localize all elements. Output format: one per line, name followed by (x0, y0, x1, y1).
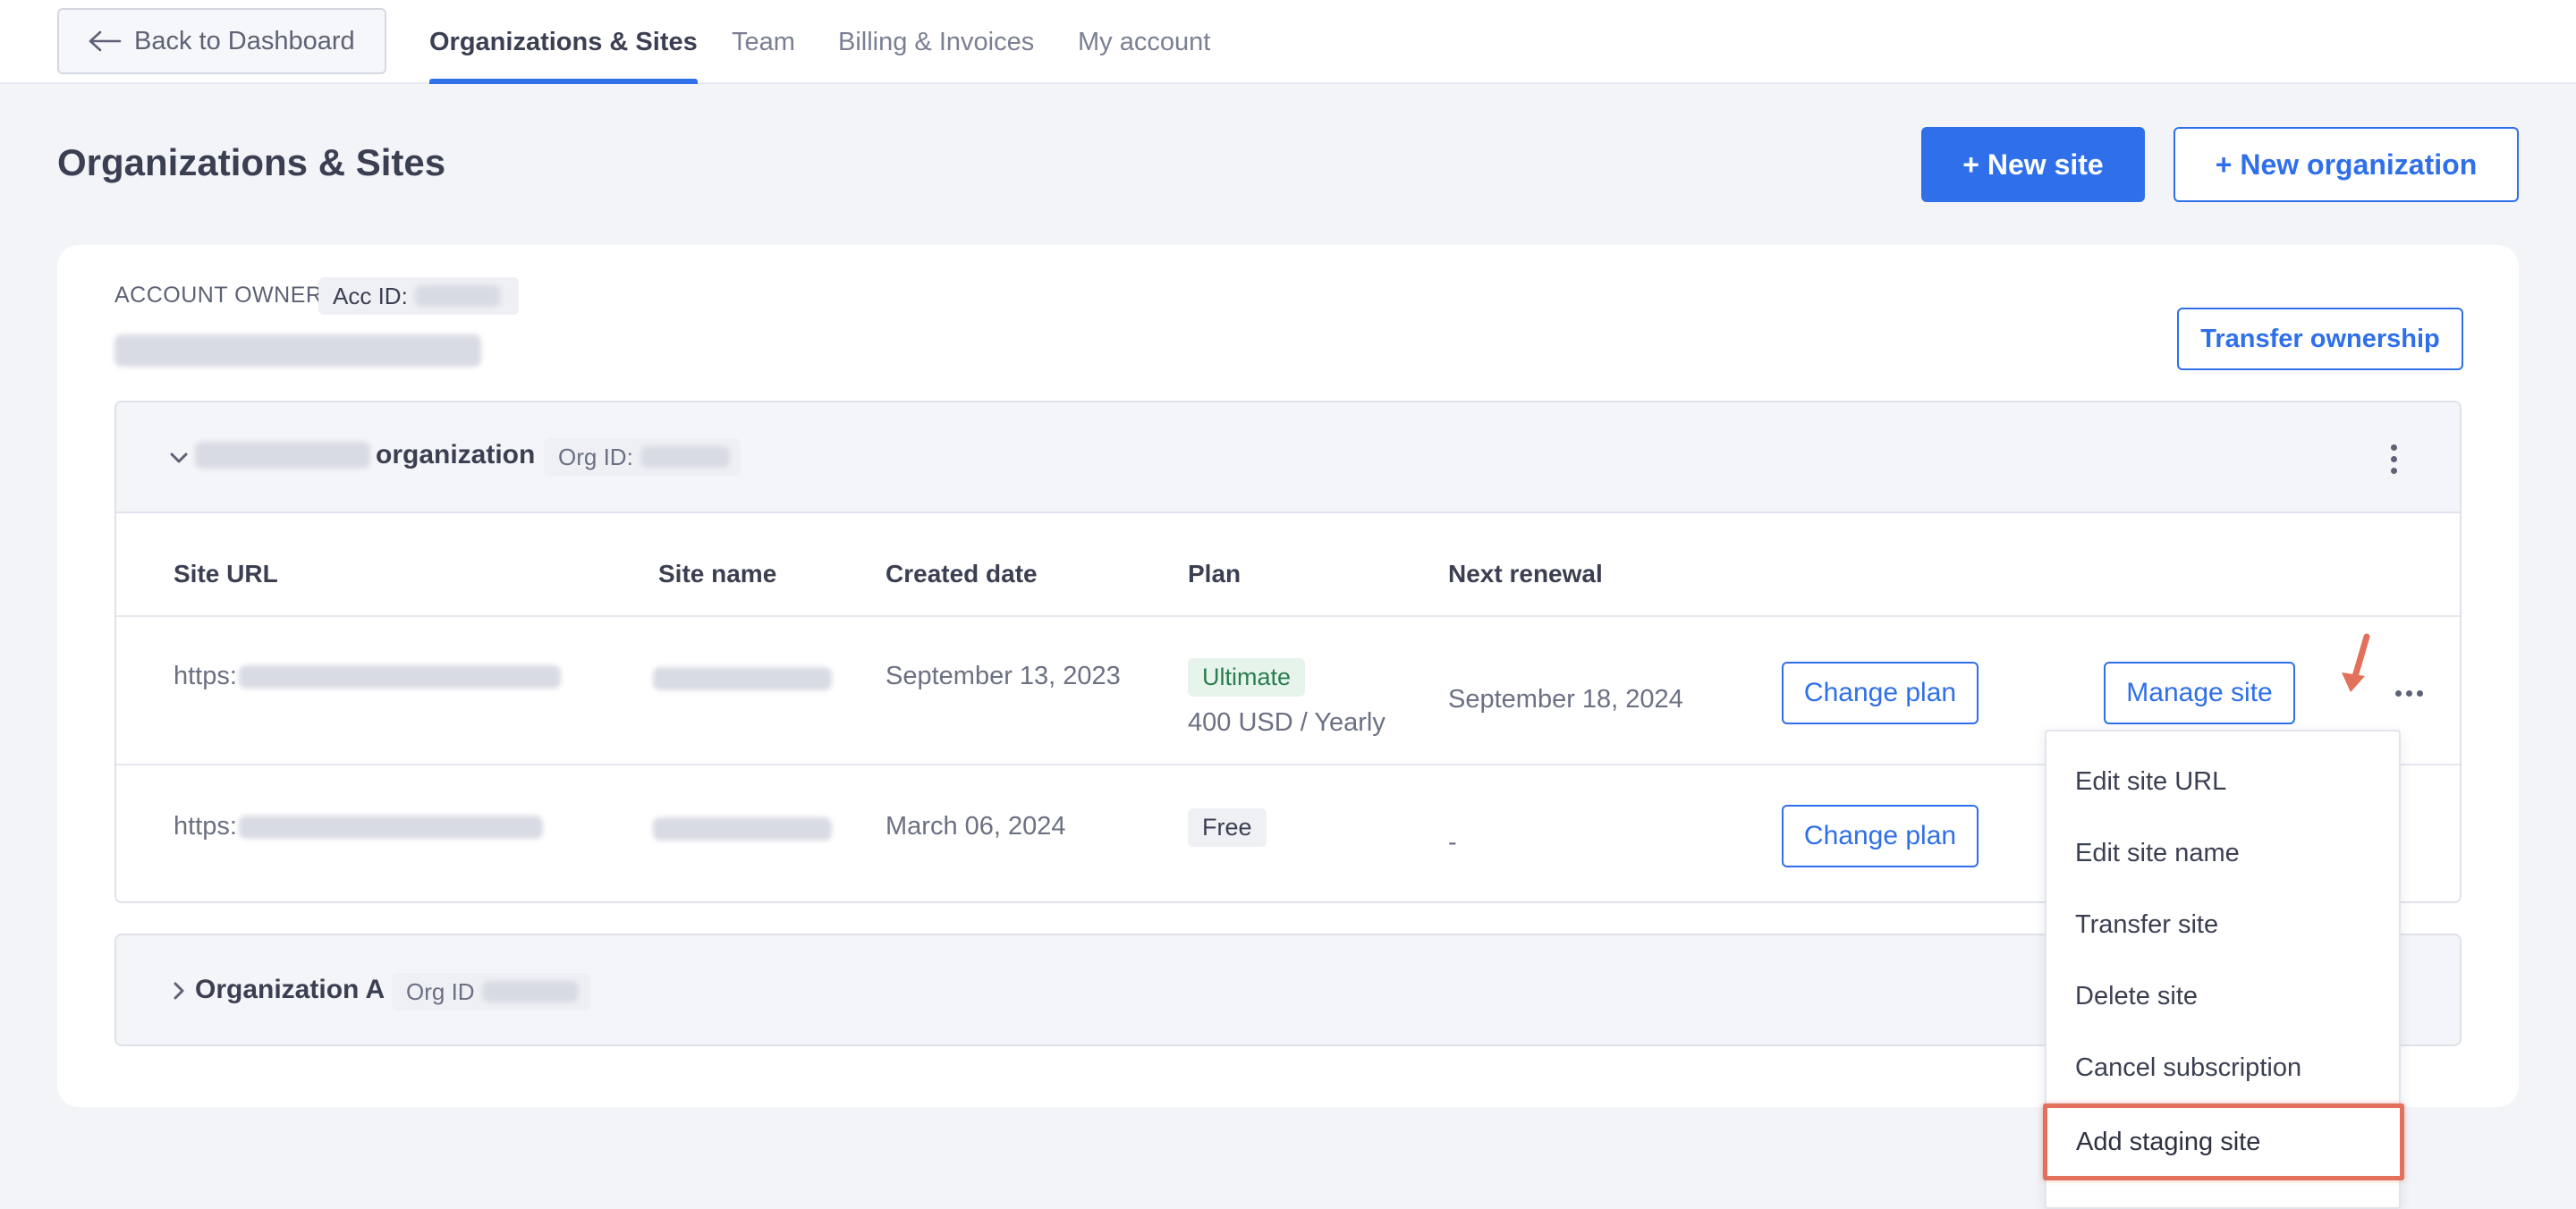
top-navigation: Back to Dashboard Organizations & Sites … (0, 0, 2576, 84)
arrow-annotation-icon (2342, 633, 2370, 692)
tab-billing-invoices[interactable]: Billing & Invoices (838, 0, 1034, 84)
org-id-chip: Org ID: (544, 438, 741, 476)
column-plan: Plan (1188, 560, 1241, 588)
owner-email-redacted (114, 334, 481, 367)
site-url-redacted (238, 664, 561, 689)
menu-item-add-staging-site[interactable]: Add staging site (2043, 1103, 2404, 1180)
organization-name: organization (376, 440, 536, 469)
divider (116, 615, 2460, 617)
account-owner-label: ACCOUNT OWNER (114, 283, 323, 308)
plan-badge-free: Free (1188, 808, 1267, 847)
chevron-right-icon[interactable] (166, 978, 191, 1003)
back-to-dashboard-label: Back to Dashboard (134, 26, 355, 55)
org-id-redacted (481, 981, 579, 1002)
org-id-label: Org ID: (558, 443, 633, 470)
org-name-redacted (195, 442, 370, 469)
tab-label: Billing & Invoices (838, 27, 1035, 56)
manage-site-button[interactable]: Manage site (2104, 662, 2295, 724)
organization-a-name: Organization A (195, 975, 386, 1004)
menu-item-edit-site-url[interactable]: Edit site URL (2075, 767, 2226, 797)
menu-item-cancel-subscription[interactable]: Cancel subscription (2075, 1053, 2301, 1083)
transfer-ownership-button[interactable]: Transfer ownership (2177, 308, 2463, 370)
site-url-redacted (238, 815, 543, 839)
tab-label: Organizations & Sites (429, 27, 698, 56)
change-plan-button[interactable]: Change plan (1782, 805, 1979, 867)
site-more-options-icon[interactable] (2395, 690, 2423, 697)
org-id-label: Org ID (406, 977, 475, 1005)
next-renewal: - (1448, 828, 1457, 857)
plan-badge-ultimate: Ultimate (1188, 658, 1306, 697)
column-created-date: Created date (886, 560, 1038, 588)
next-renewal: September 18, 2024 (1448, 685, 1683, 714)
site-url-prefix: https: (174, 812, 237, 841)
column-site-url: Site URL (174, 560, 278, 588)
org-a-id-chip: Org ID (392, 973, 590, 1010)
tab-label: My account (1078, 27, 1211, 56)
menu-item-transfer-site[interactable]: Transfer site (2075, 910, 2218, 940)
organization-header[interactable]: organization Org ID: (116, 402, 2460, 513)
acc-id-chip: Acc ID: (318, 277, 519, 315)
back-to-dashboard-button[interactable]: Back to Dashboard (57, 8, 386, 74)
site-url-prefix: https: (174, 662, 237, 690)
tab-organizations-sites[interactable]: Organizations & Sites (429, 0, 698, 84)
site-url-cell: https: (174, 662, 561, 691)
menu-item-edit-site-name[interactable]: Edit site name (2075, 839, 2240, 868)
plan-price: 400 USD / Yearly (1188, 708, 1385, 737)
organization-menu-icon[interactable] (2376, 436, 2411, 481)
acc-id-label: Acc ID: (333, 282, 408, 309)
column-site-name: Site name (658, 560, 777, 588)
tab-my-account[interactable]: My account (1078, 0, 1210, 84)
tab-label: Team (732, 27, 795, 56)
page-title: Organizations & Sites (57, 141, 446, 183)
created-date: March 06, 2024 (886, 812, 1066, 841)
column-next-renewal: Next renewal (1448, 560, 1603, 588)
new-site-button[interactable]: + New site (1921, 127, 2145, 202)
chevron-down-icon[interactable] (166, 445, 191, 470)
site-url-cell: https: (174, 812, 543, 841)
new-organization-button[interactable]: + New organization (2174, 127, 2519, 202)
tab-team[interactable]: Team (732, 0, 795, 84)
arrow-left-icon (89, 30, 122, 52)
change-plan-button[interactable]: Change plan (1782, 662, 1979, 724)
acc-id-redacted (414, 285, 501, 307)
created-date: September 13, 2023 (886, 662, 1121, 690)
site-name-redacted (653, 667, 832, 690)
org-id-redacted (640, 446, 730, 468)
menu-item-delete-site[interactable]: Delete site (2075, 982, 2198, 1011)
site-name-redacted (653, 817, 832, 841)
